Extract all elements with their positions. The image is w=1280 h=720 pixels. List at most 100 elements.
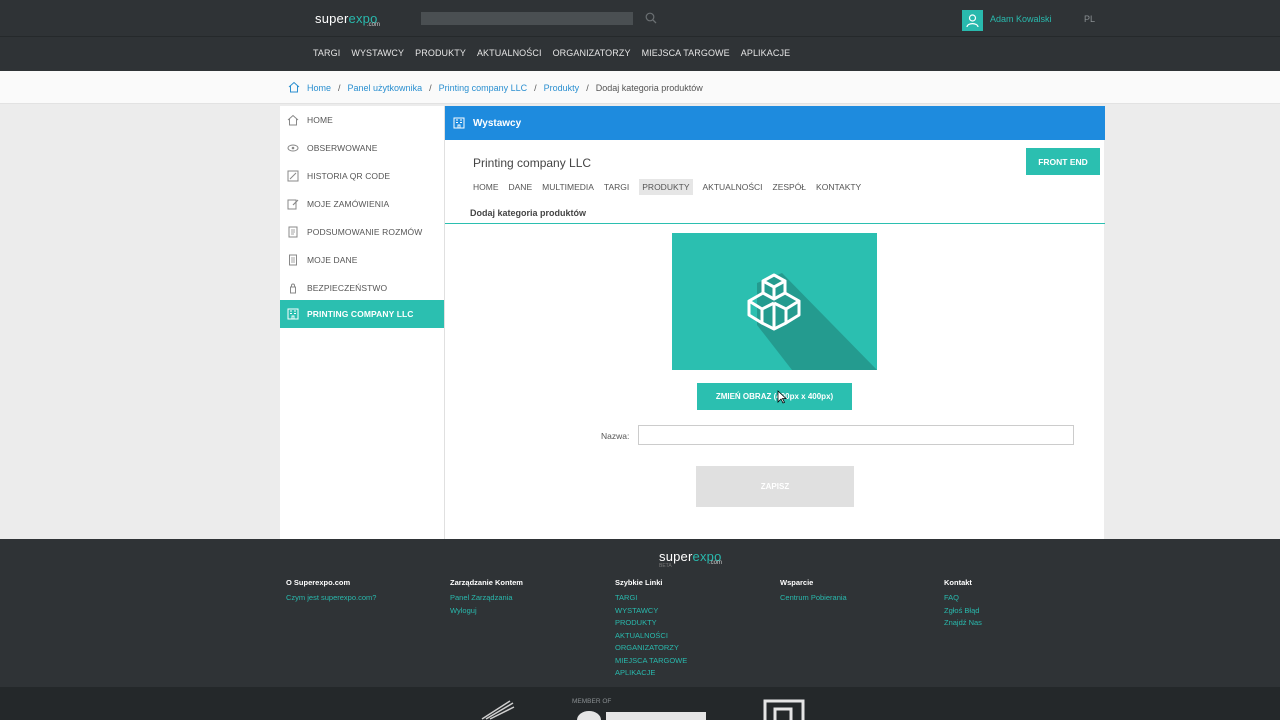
sidebar-item-home[interactable]: HOME xyxy=(280,106,444,134)
change-image-button[interactable]: ZMIEŃ OBRAZ (400px x 400px) xyxy=(697,383,852,410)
partner-logo-icon xyxy=(481,700,515,720)
subnav-produkty[interactable]: PRODUKTY xyxy=(639,179,693,195)
nav-item-produkty[interactable]: PRODUKTY xyxy=(415,48,466,58)
main-nav: TARGI WYSTAWCY PRODUKTY AKTUALNOŚCI ORGA… xyxy=(0,37,1280,71)
user-avatar[interactable] xyxy=(962,10,983,31)
footer-link[interactable]: ORGANIZATORZY xyxy=(615,642,687,655)
home-icon[interactable] xyxy=(288,81,300,93)
footer-column-support: Wsparcie Centrum Pobierania xyxy=(780,578,847,605)
nav-item-aktualnosci[interactable]: AKTUALNOŚCI xyxy=(477,48,542,58)
footer-link[interactable]: AKTUALNOŚCI xyxy=(615,630,687,643)
nav-item-aplikacje[interactable]: APLIKACJE xyxy=(741,48,790,58)
front-end-button[interactable]: FRONT END xyxy=(1026,148,1100,175)
footer-link[interactable]: MIEJSCA TARGOWE xyxy=(615,655,687,668)
footer-column-title: O Superexpo.com xyxy=(286,578,351,587)
language-switcher[interactable]: PL xyxy=(1084,14,1095,24)
member-of-label: MEMBER OF xyxy=(572,698,612,705)
sidebar-item-label: PRINTING COMPANY LLC xyxy=(307,309,414,319)
sidebar-item-printing-company[interactable]: PRINTING COMPANY LLC xyxy=(280,300,444,328)
sidebar-item-podsumowanie[interactable]: PODSUMOWANIE ROZMÓW xyxy=(280,218,444,246)
save-button[interactable]: ZAPISZ xyxy=(696,466,854,507)
sidebar: HOME OBSERWOWANE HISTORIA QR CODE MOJE Z… xyxy=(280,106,444,539)
footer-logo[interactable]: superexpo .com BETA xyxy=(659,548,723,569)
sidebar-item-moje-dane[interactable]: MOJE DANE xyxy=(280,246,444,274)
breadcrumb-bar: Home / Panel użytkownika / Printing comp… xyxy=(0,71,1280,104)
edit-icon xyxy=(287,199,299,210)
footer: superexpo .com BETA O Superexpo.com Czym… xyxy=(0,539,1280,687)
subnav-multimedia[interactable]: MULTIMEDIA xyxy=(542,182,594,195)
footer-link[interactable]: Znajdź Nas xyxy=(944,617,982,630)
nav-item-targi[interactable]: TARGI xyxy=(313,48,340,58)
footer-link[interactable]: PRODUKTY xyxy=(615,617,687,630)
sidebar-item-zamowienia[interactable]: MOJE ZAMÓWIENIA xyxy=(280,190,444,218)
mouse-cursor-icon xyxy=(777,390,787,404)
subnav-kontakty[interactable]: KONTAKTY xyxy=(816,182,861,195)
sidebar-item-historia-qr[interactable]: HISTORIA QR CODE xyxy=(280,162,444,190)
panel-header: Wystawcy xyxy=(445,106,1105,140)
breadcrumb-separator: / xyxy=(338,83,341,93)
footer-partners: MEMBER OF xyxy=(0,687,1280,720)
name-label: Nazwa: xyxy=(601,431,630,441)
subnav-zespol[interactable]: ZESPÓŁ xyxy=(773,182,807,195)
footer-link[interactable]: WYSTAWCY xyxy=(615,605,687,618)
sidebar-item-label: BEZPIECZEŃSTWO xyxy=(307,283,388,293)
logo-text-main: super xyxy=(315,11,349,26)
sidebar-item-label: MOJE DANE xyxy=(307,255,358,265)
beta-label: BETA xyxy=(659,563,672,569)
footer-column-quick-links: Szybkie Linki TARGI WYSTAWCY PRODUKTY AK… xyxy=(615,578,687,680)
subnav-dane[interactable]: DANE xyxy=(509,182,533,195)
eye-icon xyxy=(287,144,299,152)
search-icon[interactable] xyxy=(645,12,657,24)
breadcrumb-home[interactable]: Home xyxy=(307,83,331,93)
breadcrumb-panel[interactable]: Panel użytkownika xyxy=(348,83,423,93)
name-field[interactable] xyxy=(638,425,1074,445)
footer-link[interactable]: Centrum Pobierania xyxy=(780,592,847,605)
breadcrumb-company[interactable]: Printing company LLC xyxy=(439,83,528,93)
footer-link[interactable]: APLIKACJE xyxy=(615,667,687,680)
nav-item-organizatorzy[interactable]: ORGANIZATORZY xyxy=(553,48,631,58)
company-subnav: HOME DANE MULTIMEDIA TARGI PRODUKTY AKTU… xyxy=(473,179,871,195)
user-name-link[interactable]: Adam Kowalski xyxy=(990,14,1052,24)
section-divider xyxy=(445,223,1105,224)
document-icon xyxy=(288,226,298,238)
subnav-aktualnosci[interactable]: AKTUALNOŚCI xyxy=(703,182,763,195)
sidebar-item-label: HOME xyxy=(307,115,333,125)
boxes-icon xyxy=(747,273,877,370)
footer-link[interactable]: TARGI xyxy=(615,592,687,605)
footer-link[interactable]: FAQ xyxy=(944,592,982,605)
footer-column-account: Zarządzanie Kontem Panel Zarządzania Wyl… xyxy=(450,578,523,617)
home-icon xyxy=(287,114,299,126)
footer-link[interactable]: Wyloguj xyxy=(450,605,523,618)
nav-item-wystawcy[interactable]: WYSTAWCY xyxy=(351,48,404,58)
subnav-targi[interactable]: TARGI xyxy=(604,182,629,195)
footer-column-title: Zarządzanie Kontem xyxy=(450,578,523,587)
breadcrumb-produkty[interactable]: Produkty xyxy=(544,83,580,93)
section-title: Dodaj kategoria produktów xyxy=(470,208,587,218)
superexpo-logo[interactable]: superexpo .com xyxy=(315,10,380,28)
sidebar-item-obserwowane[interactable]: OBSERWOWANE xyxy=(280,134,444,162)
breadcrumb-separator: / xyxy=(586,83,589,93)
qr-icon xyxy=(287,170,299,182)
footer-link[interactable]: Czym jest superexpo.com? xyxy=(286,592,376,605)
footer-column-title: Wsparcie xyxy=(780,578,814,587)
logo-text-main: super xyxy=(659,549,693,564)
sidebar-item-label: PODSUMOWANIE ROZMÓW xyxy=(307,227,423,237)
subnav-home[interactable]: HOME xyxy=(473,182,499,195)
footer-column-title: Szybkie Linki xyxy=(615,578,663,587)
company-name: Printing company LLC xyxy=(473,156,592,170)
footer-link[interactable]: Panel Zarządzania xyxy=(450,592,523,605)
logo-text-sub: .com xyxy=(709,560,723,566)
footer-link[interactable]: Zgłoś Błąd xyxy=(944,605,982,618)
panel-title: Wystawcy xyxy=(473,118,522,129)
breadcrumb-current: Dodaj kategoria produktów xyxy=(595,83,703,93)
top-bar: superexpo .com Adam Kowalski PL xyxy=(0,0,1280,37)
footer-column-title: Kontakt xyxy=(944,578,972,587)
search-input[interactable] xyxy=(421,12,633,25)
breadcrumb-separator: / xyxy=(534,83,537,93)
sidebar-item-bezpieczenstwo[interactable]: BEZPIECZEŃSTWO xyxy=(280,274,444,302)
partner-logo-square-icon xyxy=(763,699,805,720)
nav-item-miejsca-targowe[interactable]: MIEJSCA TARGOWE xyxy=(642,48,730,58)
lock-icon xyxy=(290,283,296,294)
sidebar-item-label: MOJE ZAMÓWIENIA xyxy=(307,199,390,209)
footer-column-about: O Superexpo.com Czym jest superexpo.com? xyxy=(286,578,376,605)
